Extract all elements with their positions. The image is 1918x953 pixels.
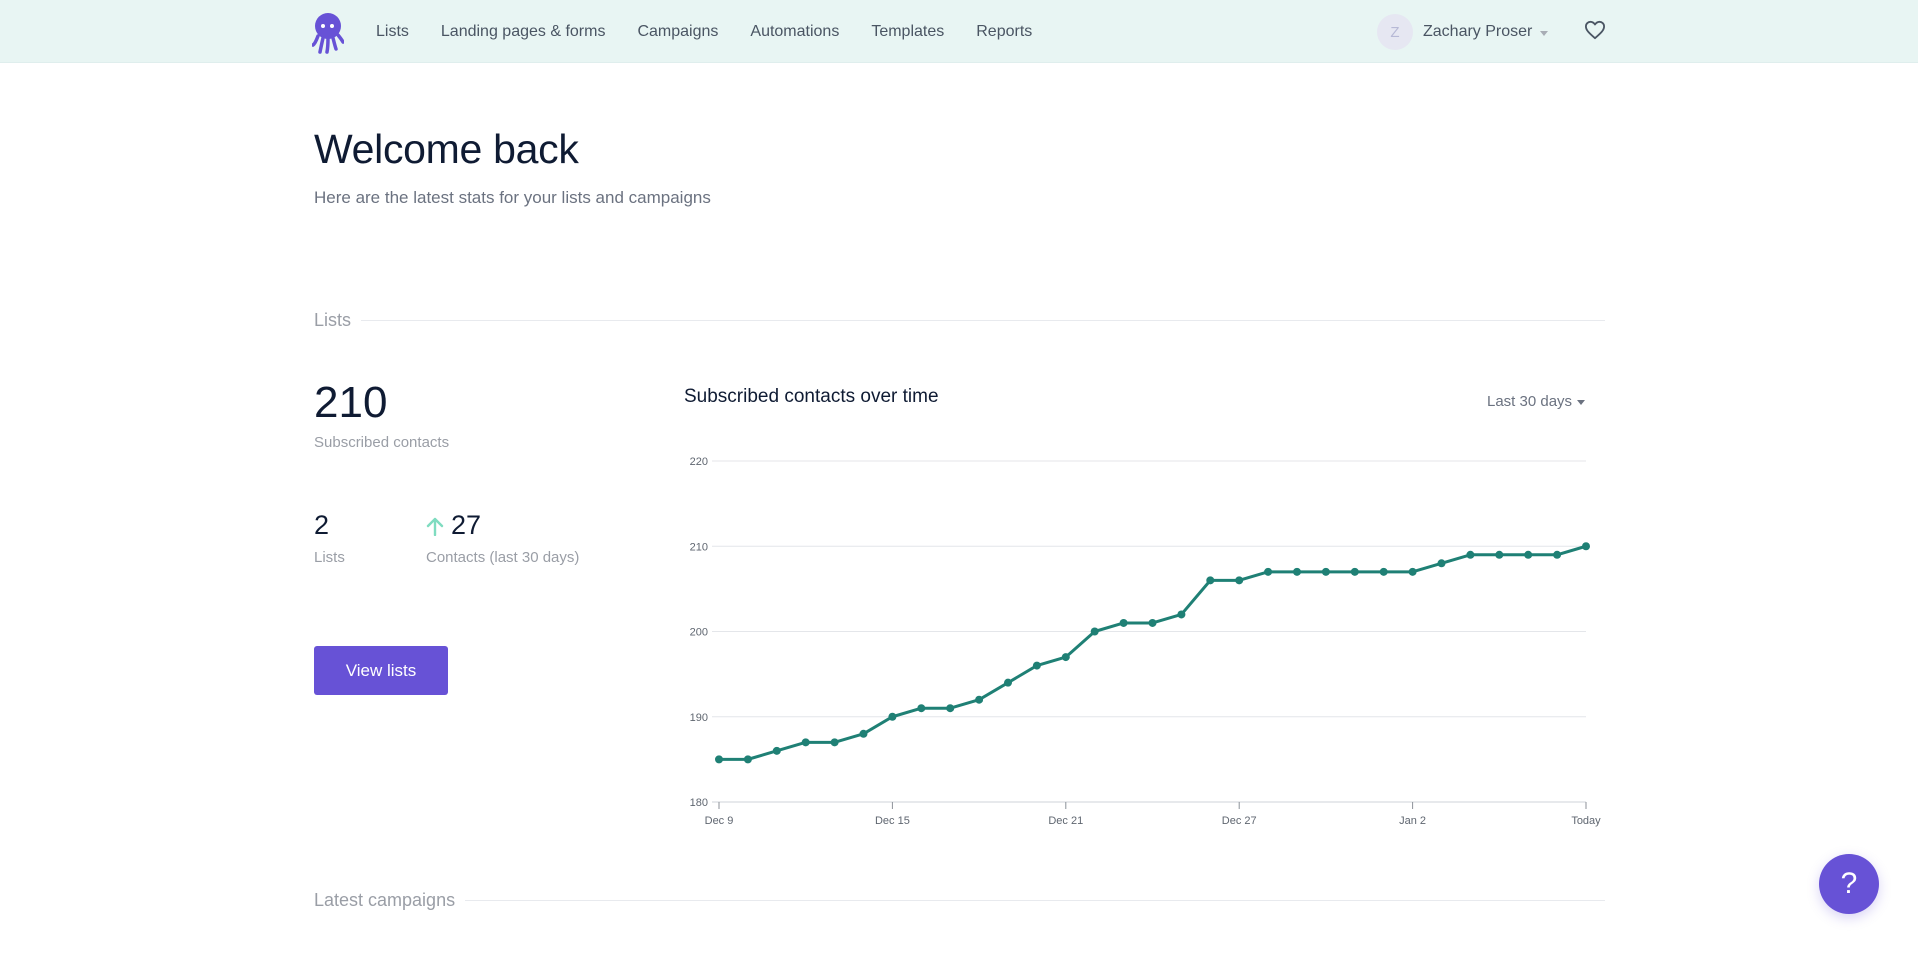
heart-icon[interactable] xyxy=(1584,20,1606,40)
data-point xyxy=(1235,576,1244,585)
data-point xyxy=(1177,610,1186,619)
y-tick-label: 200 xyxy=(690,627,708,639)
help-button[interactable]: ? xyxy=(1819,854,1879,914)
campaigns-section-header: Latest campaigns xyxy=(314,890,1605,911)
y-tick-label: 180 xyxy=(690,797,708,809)
nav-automations[interactable]: Automations xyxy=(750,23,839,41)
arrow-up-icon xyxy=(426,517,444,536)
data-point xyxy=(1582,542,1590,551)
data-point xyxy=(1119,618,1128,627)
y-tick-label: 190 xyxy=(690,712,708,724)
lists-section-title: Lists xyxy=(314,310,352,330)
chart-title: Subscribed contacts over time xyxy=(684,386,939,407)
page-title: Welcome back xyxy=(314,126,579,172)
date-range-value: Last 30 days xyxy=(1487,393,1573,410)
data-point xyxy=(1061,653,1070,662)
data-point xyxy=(1379,567,1388,576)
data-point xyxy=(743,755,752,764)
nav-lists[interactable]: Lists xyxy=(376,23,409,41)
nav-reports[interactable]: Reports xyxy=(976,23,1032,41)
lists-section-header: Lists xyxy=(314,310,1605,331)
section-divider xyxy=(465,900,1605,901)
series-line xyxy=(719,544,1587,761)
data-point xyxy=(1293,567,1301,576)
data-point xyxy=(1350,567,1359,576)
data-point xyxy=(1206,576,1215,585)
data-point xyxy=(1032,661,1041,670)
x-tick-label: Jan 2 xyxy=(1399,815,1426,827)
x-tick-label: Dec 21 xyxy=(1048,815,1083,827)
y-tick-label: 220 xyxy=(690,456,708,468)
lists-count: 2 xyxy=(314,510,330,540)
data-point xyxy=(1437,559,1446,568)
question-mark-icon: ? xyxy=(1840,867,1858,900)
growth-count: 27 xyxy=(451,510,482,540)
chevron-down-icon xyxy=(1577,400,1586,405)
data-point xyxy=(859,729,868,738)
growth-label: Contacts (last 30 days) xyxy=(426,549,580,566)
lists-stat: 2 Lists xyxy=(314,510,345,566)
data-point xyxy=(1090,627,1099,636)
campaigns-section-title: Latest campaigns xyxy=(314,890,456,910)
page-subtitle: Here are the latest stats for your lists… xyxy=(314,188,711,207)
growth-value: 27 xyxy=(426,510,579,541)
subscribed-count: 210 xyxy=(314,378,388,427)
top-nav: Lists Landing pages & forms Campaigns Au… xyxy=(0,0,1918,63)
subscribed-contacts-chart: 180 190 200 210 220 Dec 9 Dec 15 Dec 21 Dec 27 Ja… xyxy=(690,456,1602,827)
y-tick-label: 210 xyxy=(690,541,708,553)
user-menu[interactable]: Z Zachary Proser xyxy=(1377,14,1549,50)
growth-stat: 27 Contacts (last 30 days) xyxy=(426,510,579,566)
octopus-logo-icon[interactable] xyxy=(312,12,344,54)
data-point xyxy=(801,738,810,747)
user-name: Zachary Proser xyxy=(1423,23,1533,40)
data-point xyxy=(772,746,781,755)
view-lists-button[interactable]: View lists xyxy=(314,646,448,695)
data-point xyxy=(1553,550,1562,559)
section-divider xyxy=(361,320,1605,321)
data-point xyxy=(1321,567,1330,576)
x-tick-label: Dec 27 xyxy=(1222,815,1257,827)
data-point xyxy=(1524,550,1533,559)
data-point xyxy=(830,738,839,747)
nav-campaigns[interactable]: Campaigns xyxy=(637,23,718,41)
main-nav: Lists Landing pages & forms Campaigns Au… xyxy=(376,0,1064,63)
date-range-dropdown[interactable]: Last 30 days xyxy=(1487,393,1586,410)
data-point xyxy=(715,755,723,764)
lists-label: Lists xyxy=(314,549,345,566)
avatar: Z xyxy=(1377,14,1413,50)
data-point xyxy=(1264,567,1273,576)
data-point xyxy=(917,704,926,713)
x-tick-label: Dec 15 xyxy=(875,815,910,827)
chevron-down-icon xyxy=(1540,30,1549,36)
data-point xyxy=(1466,550,1475,559)
data-point xyxy=(975,695,984,704)
data-point xyxy=(1004,678,1012,687)
nav-landing-pages-forms[interactable]: Landing pages & forms xyxy=(441,23,606,41)
data-point xyxy=(888,712,897,721)
nav-templates[interactable]: Templates xyxy=(871,23,944,41)
subscribed-label: Subscribed contacts xyxy=(314,434,450,451)
data-point xyxy=(946,704,955,713)
x-tick-label: Today xyxy=(1571,815,1601,827)
x-tick-label: Dec 9 xyxy=(705,815,734,827)
data-point xyxy=(1408,567,1417,576)
data-point xyxy=(1148,618,1157,627)
data-point xyxy=(1495,550,1504,559)
